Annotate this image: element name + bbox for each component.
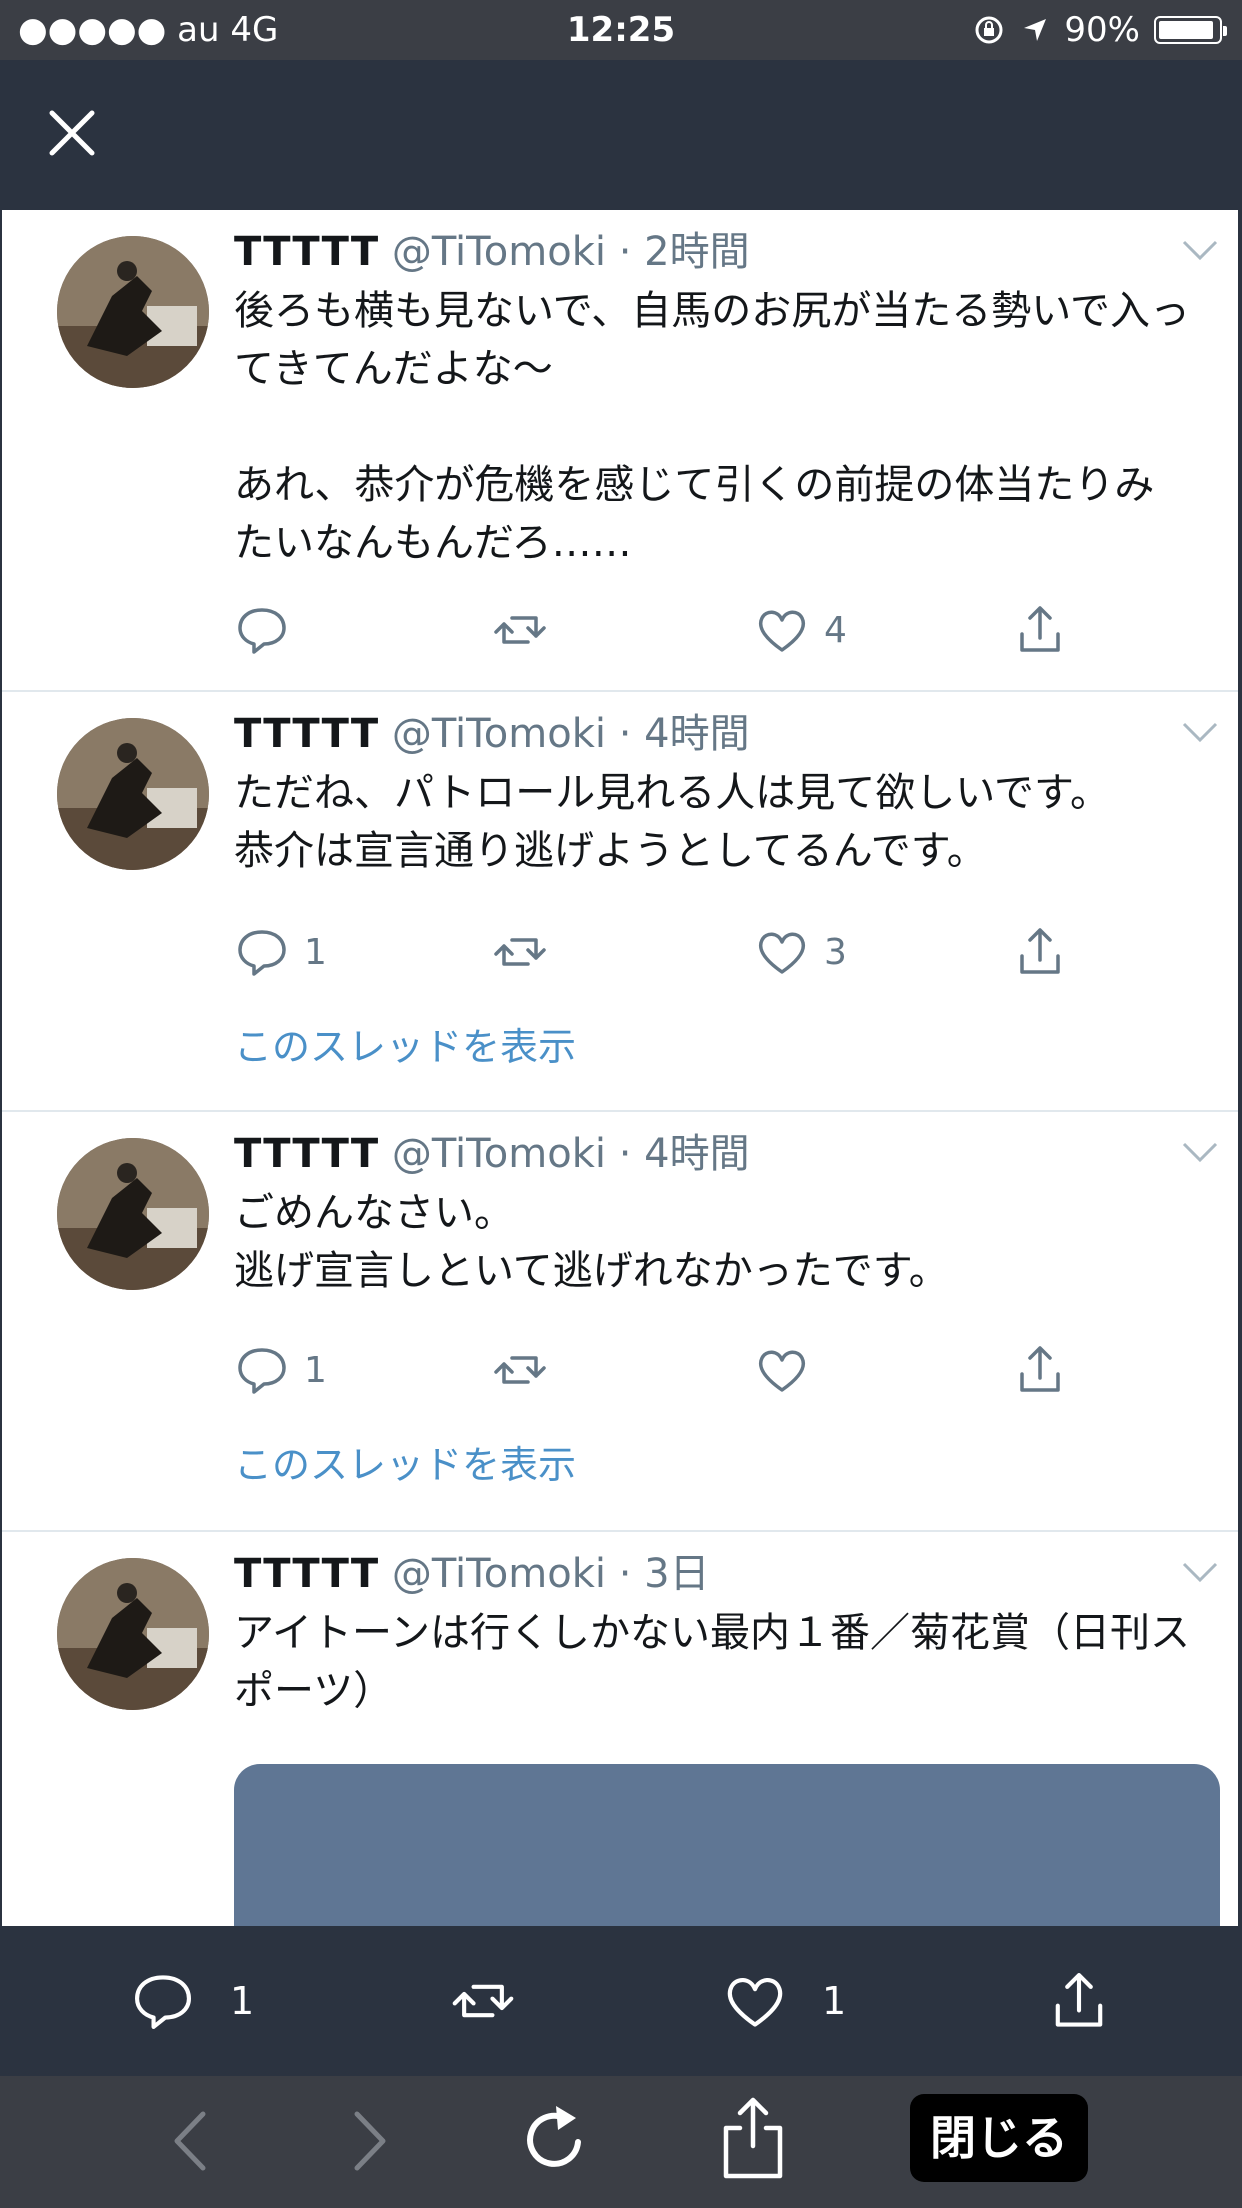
avatar[interactable] (57, 1558, 209, 1710)
reply-icon (135, 1975, 191, 2029)
retweet-icon (494, 1356, 546, 1384)
back-arrow-icon[interactable] (165, 2106, 215, 2176)
status-right: 90% (972, 8, 1227, 52)
tweet-action-bar: 1 1 (0, 1926, 1242, 2076)
reply-button[interactable]: 1 (130, 1966, 254, 2036)
share-button[interactable] (1012, 1340, 1068, 1400)
status-bar: ●●●●● au 4G 12:25 90% (0, 0, 1242, 60)
chevron-down-icon[interactable] (1180, 238, 1220, 262)
tweet[interactable]: TTTTT @TiTomoki · 4時間 ただね、パトロール見れる人は見て欲し… (2, 692, 1238, 1112)
share-button[interactable] (1012, 922, 1068, 982)
reply-button[interactable]: 1 (234, 922, 327, 982)
reply-button[interactable]: 1 (234, 1340, 327, 1400)
user-handle[interactable]: @TiTomoki (392, 1551, 606, 1597)
user-handle[interactable]: @TiTomoki (392, 711, 606, 757)
reload-icon[interactable] (520, 2102, 592, 2178)
retweet-icon (494, 938, 546, 966)
tweet-text: アイトーンは行くしかない最内１番／菊花賞（日刊スポーツ） (234, 1610, 1190, 1714)
avatar[interactable] (57, 718, 209, 870)
tweet-header: TTTTT @TiTomoki · 2時間 (234, 226, 750, 278)
display-name[interactable]: TTTTT (234, 1551, 379, 1597)
location-arrow-icon (1024, 19, 1047, 41)
tweet-actions: 1 (234, 1340, 1134, 1400)
share-icon (1020, 928, 1060, 974)
retweet-button[interactable] (492, 922, 562, 982)
chevron-down-icon[interactable] (1180, 720, 1220, 744)
retweet-icon (452, 1984, 514, 2018)
modal-header (0, 60, 1242, 210)
retweet-button[interactable] (492, 1340, 562, 1400)
like-count: 3 (824, 931, 847, 973)
tweet[interactable]: TTTTT @TiTomoki · 4時間 ごめんなさい。 逃げ宣言しといて逃げ… (2, 1112, 1238, 1532)
chevron-down-icon[interactable] (1180, 1560, 1220, 1584)
user-handle[interactable]: @TiTomoki (392, 229, 606, 275)
rotation-lock-icon (975, 16, 1003, 44)
battery-icon (1154, 16, 1227, 44)
tweet-text: 後ろも横も見ないで、自馬のお尻が当たる勢いで入ってきてんだよな〜 あれ、恭介が危… (234, 288, 1190, 566)
retweet-icon (494, 616, 546, 644)
tweet-time: · 4時間 (618, 1131, 750, 1177)
tweet-timeline[interactable]: TTTTT @TiTomoki · 2時間 後ろも横も見ないで、自馬のお尻が当た… (2, 210, 1238, 1926)
close-button[interactable]: 閉じる (910, 2094, 1088, 2182)
reply-icon (238, 608, 286, 654)
tweet[interactable]: TTTTT @TiTomoki · 2時間 後ろも横も見ないで、自馬のお尻が当た… (2, 210, 1238, 692)
like-button[interactable]: 4 (754, 600, 847, 660)
share-button[interactable] (1046, 1966, 1112, 2036)
like-count: 1 (822, 1979, 847, 2023)
avatar[interactable] (57, 1138, 209, 1290)
like-count: 4 (824, 609, 847, 651)
display-name[interactable]: TTTTT (234, 1131, 379, 1177)
share-icon (1020, 1346, 1060, 1392)
link-card-image[interactable] (234, 1764, 1220, 1926)
reply-count: 1 (304, 1349, 327, 1391)
user-handle[interactable]: @TiTomoki (392, 1131, 606, 1177)
share-button[interactable] (1012, 600, 1068, 660)
forward-arrow-icon[interactable] (345, 2106, 395, 2176)
retweet-button[interactable] (492, 600, 562, 660)
display-name[interactable]: TTTTT (234, 229, 379, 275)
tweet-time: · 2時間 (618, 229, 750, 275)
tweet-header: TTTTT @TiTomoki · 4時間 (234, 1128, 750, 1180)
tweet-text: ただね、パトロール見れる人は見て欲しいです。 恭介は宣言通り逃げようとしてるんで… (234, 770, 1110, 874)
reply-count: 1 (230, 1979, 255, 2023)
heart-icon (758, 1350, 806, 1392)
reply-button[interactable] (234, 600, 304, 660)
reply-count: 1 (304, 931, 327, 973)
reply-icon (238, 1348, 286, 1394)
close-icon[interactable] (44, 105, 100, 161)
share-icon[interactable] (718, 2094, 788, 2182)
retweet-button[interactable] (450, 1966, 516, 2036)
tweet-text: ごめんなさい。 逃げ宣言しといて逃げれなかったです。 (234, 1190, 949, 1294)
tweet[interactable]: TTTTT @TiTomoki · 3日 アイトーンは行くしかない最内１番／菊花… (2, 1532, 1238, 1926)
show-thread-link[interactable]: このスレッドを表示 (234, 1434, 576, 1489)
tweet-actions: 1 3 (234, 922, 1134, 982)
share-icon (1020, 606, 1060, 652)
chevron-down-icon[interactable] (1180, 1140, 1220, 1164)
tweet-time: · 3日 (618, 1551, 710, 1597)
like-button[interactable]: 1 (722, 1966, 846, 2036)
avatar[interactable] (57, 236, 209, 388)
tweet-actions: 4 (234, 600, 1134, 660)
battery-percent: 90% (1064, 10, 1140, 50)
browser-toolbar: 閉じる (0, 2076, 1242, 2208)
like-button[interactable] (754, 1340, 824, 1400)
show-thread-link[interactable]: このスレッドを表示 (234, 1016, 576, 1071)
heart-icon (727, 1978, 783, 2027)
heart-icon (758, 932, 806, 974)
share-icon (1055, 1973, 1103, 2027)
like-button[interactable]: 3 (754, 922, 847, 982)
display-name[interactable]: TTTTT (234, 711, 379, 757)
heart-icon (758, 610, 806, 652)
reply-icon (238, 930, 286, 976)
tweet-header: TTTTT @TiTomoki · 4時間 (234, 708, 750, 760)
tweet-time: · 4時間 (618, 711, 750, 757)
tweet-header: TTTTT @TiTomoki · 3日 (234, 1548, 710, 1600)
